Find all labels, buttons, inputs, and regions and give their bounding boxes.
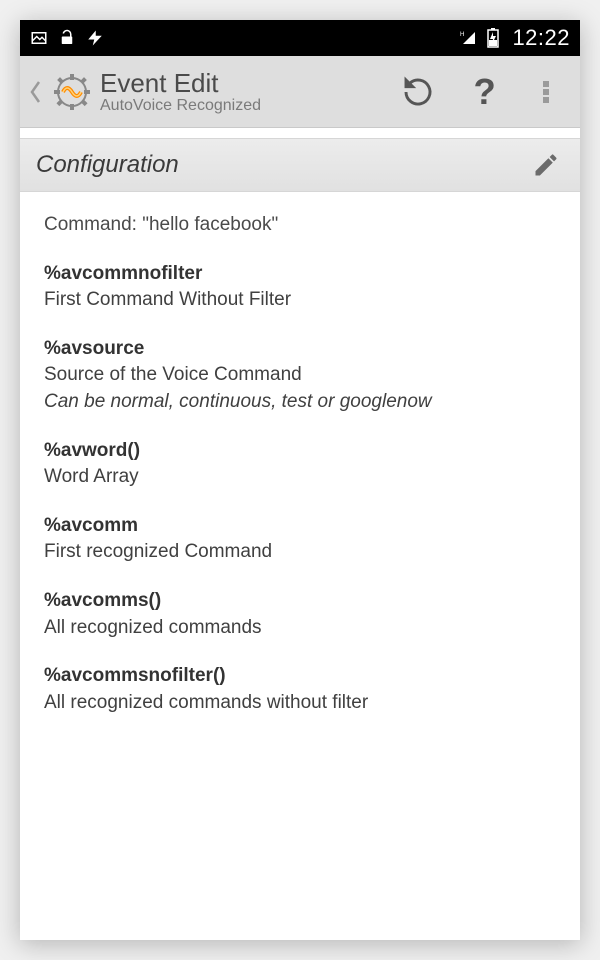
status-bar: H 12:22	[20, 20, 580, 56]
lightning-icon	[86, 29, 104, 47]
variable-description: Word Array	[44, 464, 556, 491]
unlock-icon	[58, 29, 76, 47]
command-line: Command: "hello facebook"	[44, 212, 556, 239]
variable-name: %avsource	[44, 336, 556, 363]
variable-description: All recognized commands	[44, 615, 556, 642]
variable-note: Can be normal, continuous, test or googl…	[44, 389, 556, 416]
variable-block: %avcomms() All recognized commands	[44, 588, 556, 641]
configuration-content: Command: "hello facebook" %avcommnofilte…	[20, 192, 580, 940]
svg-text:H: H	[460, 32, 464, 38]
app-bar-title: Event Edit	[100, 68, 394, 99]
variable-name: %avcommsnofilter()	[44, 663, 556, 690]
variable-block: %avcommsnofilter() All recognized comman…	[44, 663, 556, 716]
variable-name: %avcomms()	[44, 588, 556, 615]
variable-block: %avsource Source of the Voice Command Ca…	[44, 336, 556, 416]
variable-name: %avcommnofilter	[44, 261, 556, 288]
variable-name: %avword()	[44, 438, 556, 465]
tasker-app-icon[interactable]	[52, 72, 92, 112]
app-bar: Event Edit AutoVoice Recognized ?	[20, 56, 580, 128]
overflow-menu-button[interactable]	[528, 74, 564, 110]
edit-button[interactable]	[528, 147, 564, 183]
battery-icon	[486, 28, 500, 48]
variable-description: First Command Without Filter	[44, 287, 556, 314]
back-button[interactable]	[24, 72, 46, 112]
section-title: Configuration	[36, 151, 528, 179]
variable-block: %avcomm First recognized Command	[44, 513, 556, 566]
svg-text:?: ?	[474, 75, 496, 109]
signal-icon: H	[460, 29, 478, 47]
variable-description: Source of the Voice Command	[44, 362, 556, 389]
variable-block: %avcommnofilter First Command Without Fi…	[44, 261, 556, 314]
app-bar-subtitle: AutoVoice Recognized	[100, 97, 394, 115]
help-button[interactable]: ?	[464, 74, 500, 110]
picture-icon	[30, 29, 48, 47]
variable-description: All recognized commands without filter	[44, 690, 556, 717]
clock: 12:22	[512, 25, 570, 51]
variable-name: %avcomm	[44, 513, 556, 540]
refresh-button[interactable]	[400, 74, 436, 110]
variable-block: %avword() Word Array	[44, 438, 556, 491]
configuration-section-header: Configuration	[20, 138, 580, 192]
variable-description: First recognized Command	[44, 539, 556, 566]
